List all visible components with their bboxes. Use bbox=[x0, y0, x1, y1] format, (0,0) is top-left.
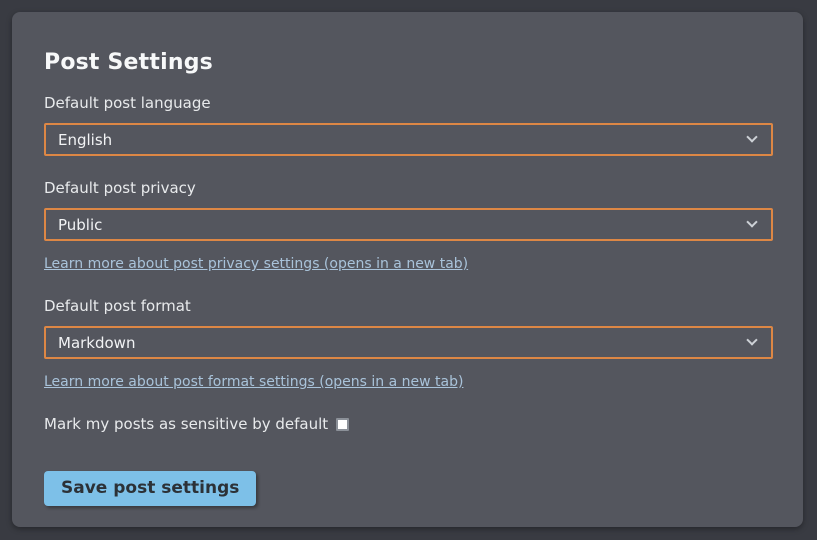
default-post-format-label: Default post format bbox=[44, 297, 773, 315]
default-post-privacy-label: Default post privacy bbox=[44, 179, 773, 197]
post-settings-panel: Post Settings Default post language Engl… bbox=[12, 12, 803, 527]
field-default-post-format: Default post format Markdown Learn more … bbox=[44, 297, 773, 390]
sensitive-checkbox[interactable] bbox=[336, 418, 349, 431]
default-post-language-label: Default post language bbox=[44, 94, 773, 112]
post-privacy-learn-more-link[interactable]: Learn more about post privacy settings (… bbox=[44, 256, 468, 272]
chevron-down-icon bbox=[746, 216, 757, 227]
sensitive-checkbox-label: Mark my posts as sensitive by default bbox=[44, 415, 328, 433]
sensitive-by-default-row: Mark my posts as sensitive by default bbox=[44, 415, 773, 433]
chevron-down-icon bbox=[746, 334, 757, 345]
format-link-row: Learn more about post format settings (o… bbox=[44, 371, 773, 390]
field-default-post-language: Default post language English bbox=[44, 94, 773, 156]
chevron-down-icon bbox=[746, 131, 757, 142]
privacy-link-row: Learn more about post privacy settings (… bbox=[44, 253, 773, 272]
default-post-language-select[interactable]: English bbox=[44, 123, 773, 156]
default-post-language-value: English bbox=[58, 131, 112, 149]
post-format-learn-more-link[interactable]: Learn more about post format settings (o… bbox=[44, 374, 463, 390]
default-post-privacy-value: Public bbox=[58, 216, 102, 234]
default-post-format-select[interactable]: Markdown bbox=[44, 326, 773, 359]
default-post-privacy-select[interactable]: Public bbox=[44, 208, 773, 241]
field-default-post-privacy: Default post privacy Public Learn more a… bbox=[44, 179, 773, 272]
page-title: Post Settings bbox=[44, 50, 773, 75]
save-post-settings-button[interactable]: Save post settings bbox=[44, 471, 256, 506]
default-post-format-value: Markdown bbox=[58, 334, 135, 352]
